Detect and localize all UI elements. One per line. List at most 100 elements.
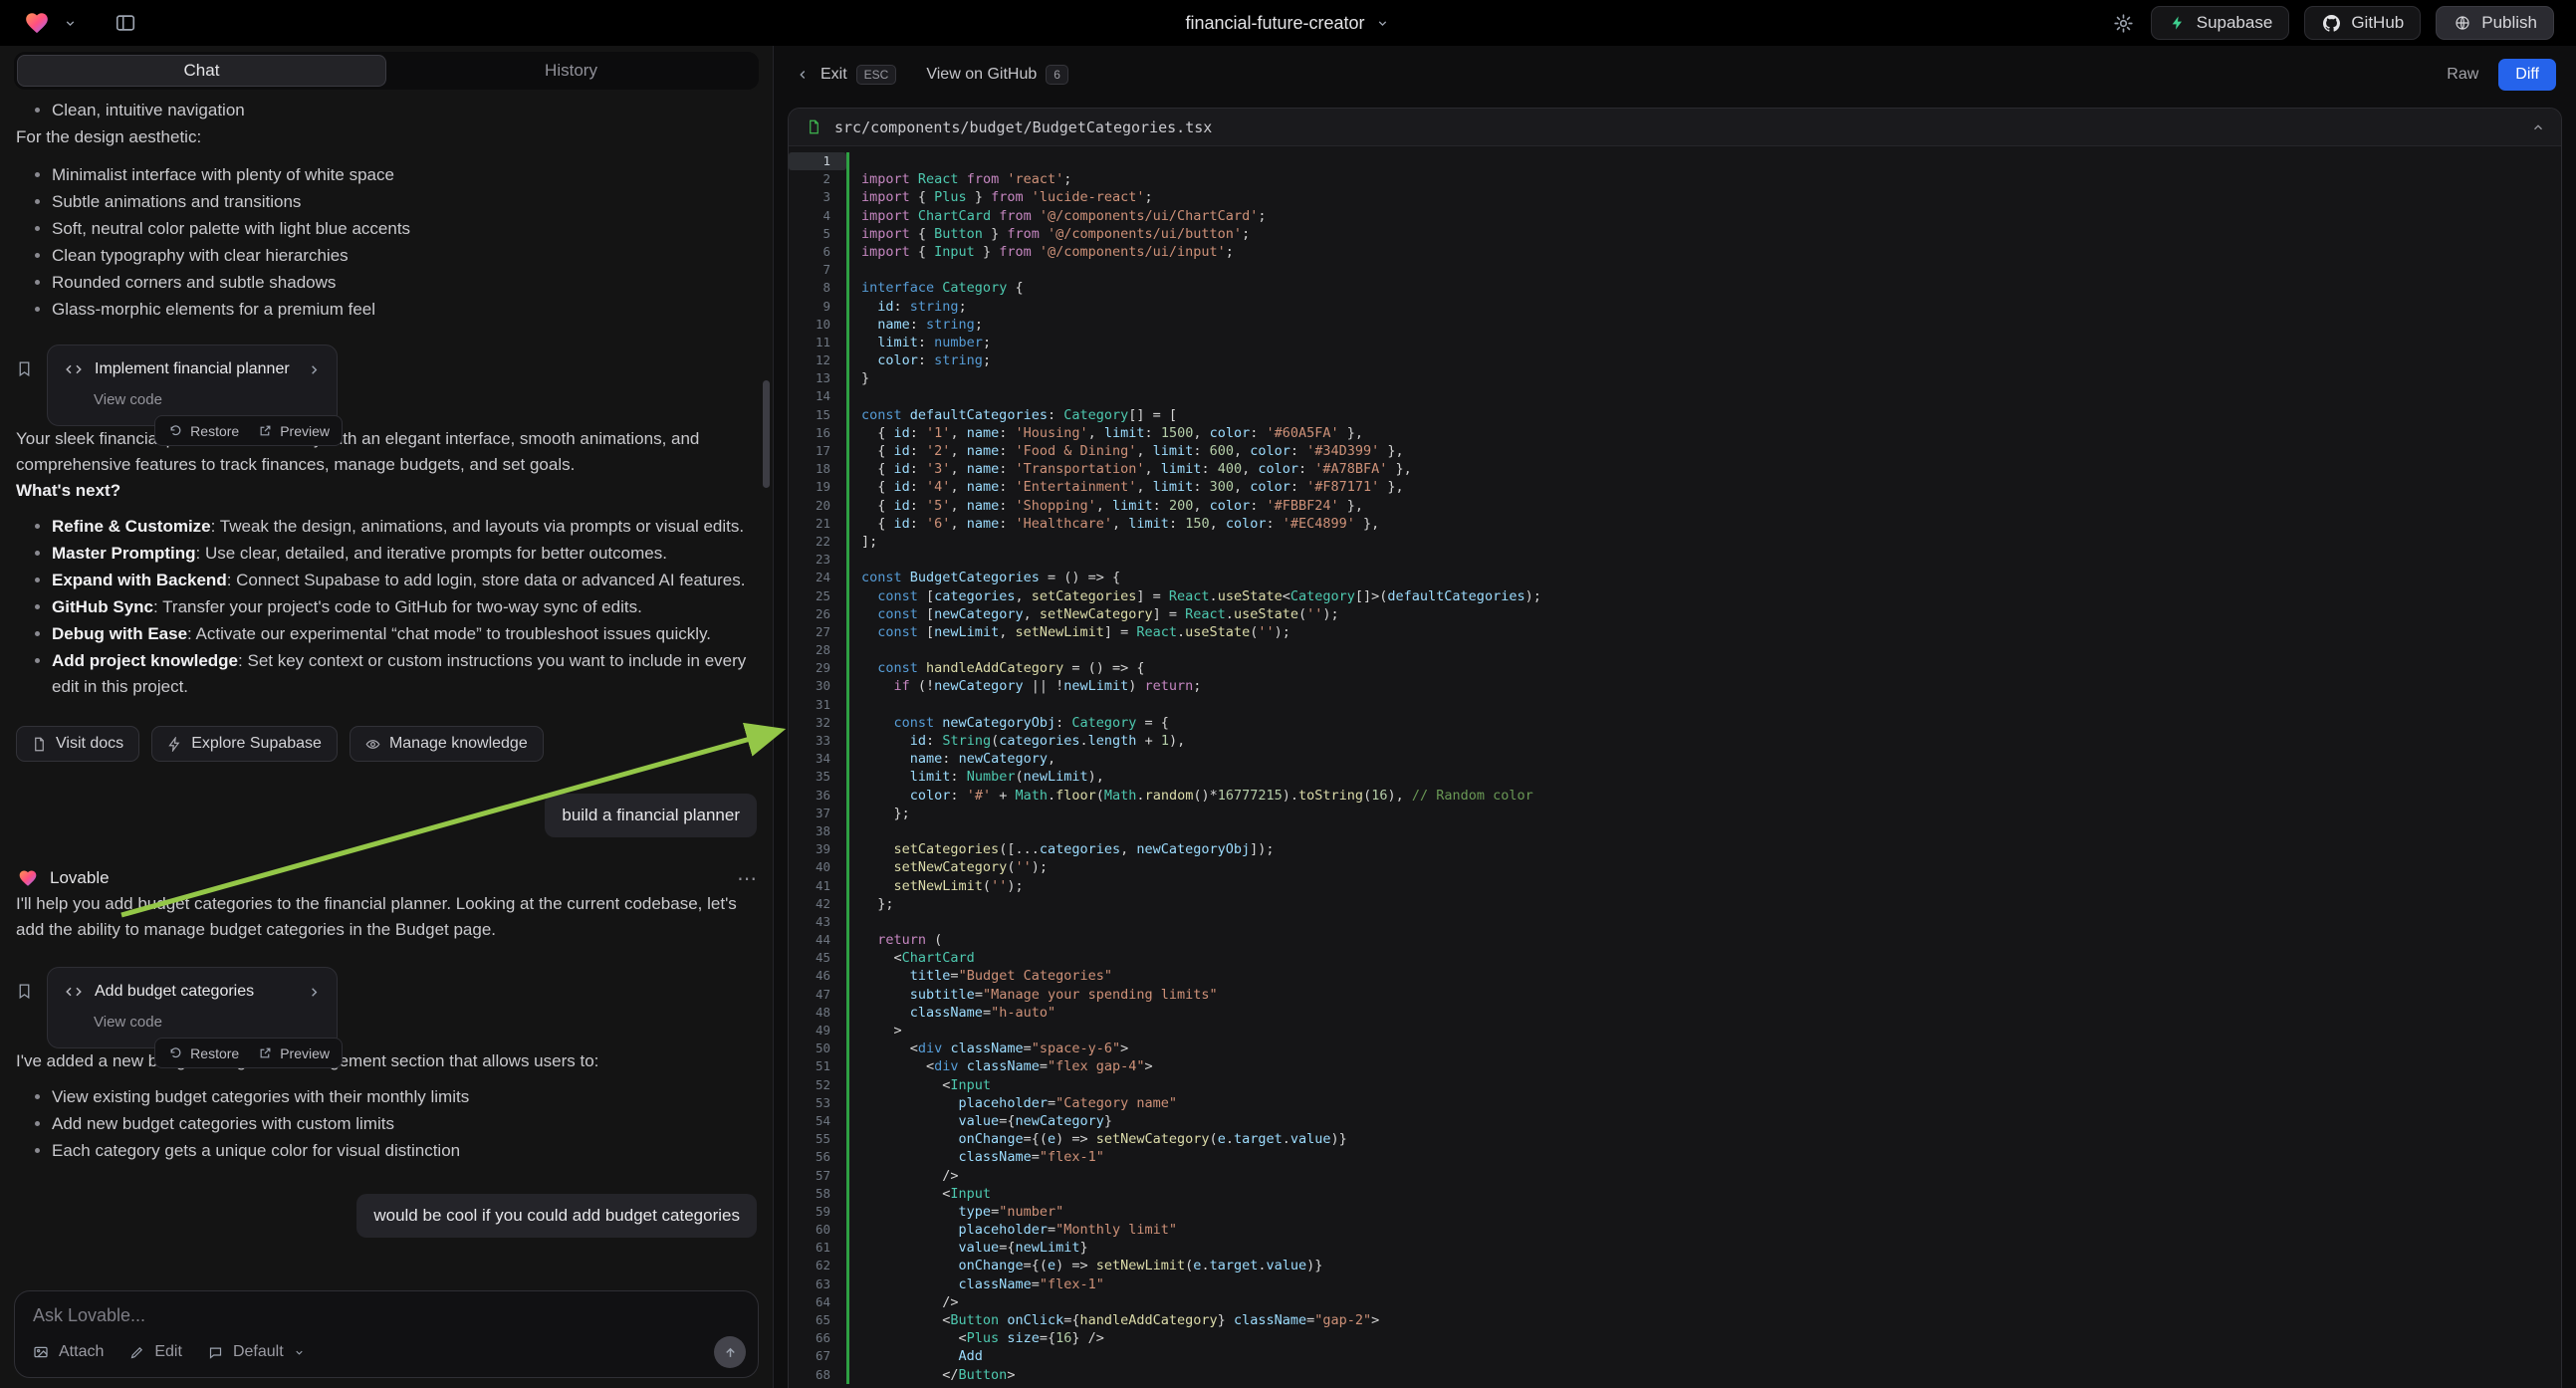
attach-label: Attach [59,1343,104,1361]
file-header[interactable]: src/components/budget/BudgetCategories.t… [789,109,2561,146]
panel-left-icon[interactable] [113,10,138,36]
line-number: 44 [789,931,846,949]
quick-actions-row: Visit docs Explore Supabase Manage knowl… [16,726,757,762]
bookmark-icon[interactable] [16,360,33,377]
line-number: 43 [789,913,846,931]
code-line: 36 color: '#' + Math.floor(Math.random()… [789,787,2561,805]
restore-button[interactable]: Restore [160,1041,246,1064]
heart-logo-icon[interactable] [22,8,52,38]
view-on-github-button[interactable]: View on GitHub 6 [926,65,1068,85]
code-line: 17 { id: '2', name: 'Food & Dining', lim… [789,442,2561,460]
tool-card-add-budget-categories[interactable]: Add budget categories View code [47,967,338,1048]
line-number: 27 [789,623,846,641]
chevron-up-icon[interactable] [2531,120,2545,134]
tab-chat[interactable]: Chat [17,55,386,87]
line-number: 38 [789,822,846,840]
visit-docs-button[interactable]: Visit docs [16,726,139,762]
line-number: 63 [789,1275,846,1293]
code-line: 41 setNewLimit(''); [789,877,2561,895]
ellipsis-icon[interactable]: ⋯ [737,865,757,891]
code-line: 1 [789,152,2561,170]
diff-toggle[interactable]: Diff [2498,59,2556,91]
manage-knowledge-button[interactable]: Manage knowledge [350,726,544,762]
send-button[interactable] [714,1336,746,1368]
code-line: 30 if (!newCategory || !newLimit) return… [789,677,2561,695]
chat-input[interactable] [15,1291,758,1337]
line-number: 58 [789,1185,846,1203]
supabase-bolt-icon [167,737,182,752]
mode-selector[interactable]: Default [206,1343,307,1362]
line-number: 49 [789,1022,846,1040]
whats-next-heading: What's next? [16,478,757,504]
composer-toolbar: Attach Edit Default [31,1336,746,1368]
code-line: 37 }; [789,805,2561,822]
code-line: 28 [789,641,2561,659]
bullet-item: Add project knowledge: Set key context o… [52,648,757,700]
bullet-item: Glass-morphic elements for a premium fee… [52,297,757,323]
bullet-item: Add new budget categories with custom li… [52,1111,757,1137]
edit-button[interactable]: Edit [127,1343,182,1362]
github-button[interactable]: GitHub [2304,6,2421,40]
line-number: 18 [789,460,846,478]
workspace-chevron-down-icon[interactable] [62,15,79,32]
preview-label: Preview [280,1045,330,1061]
publish-button[interactable]: Publish [2436,6,2554,40]
line-number: 68 [789,1366,846,1384]
supabase-button[interactable]: Supabase [2151,6,2290,40]
code-line: 44 return ( [789,931,2561,949]
bookmark-icon[interactable] [16,983,33,1000]
line-number: 46 [789,967,846,985]
tab-history[interactable]: History [386,55,756,87]
code-line: 4import ChartCard from '@/components/ui/… [789,207,2561,225]
line-number: 65 [789,1311,846,1329]
tool-card-implement-planner[interactable]: Implement financial planner View code [47,345,338,426]
attach-button[interactable]: Attach [31,1342,104,1362]
project-switcher[interactable]: financial-future-creator [1185,0,1390,46]
code-line: 46 title="Budget Categories" [789,967,2561,985]
line-number: 7 [789,261,846,279]
code-line: 22]; [789,533,2561,551]
code-line: 54 value={newCategory} [789,1112,2561,1130]
explore-supabase-button[interactable]: Explore Supabase [151,726,338,762]
bullet-item: Rounded corners and subtle shadows [52,270,757,296]
code-line: 34 name: newCategory, [789,750,2561,768]
code-line: 42 }; [789,895,2561,913]
tool-card-title: Implement financial planner [95,356,290,382]
code-line: 58 <Input [789,1185,2561,1203]
raw-toggle[interactable]: Raw [2447,66,2478,84]
exit-button[interactable]: Exit ESC [794,65,896,85]
code-line: 18 { id: '3', name: 'Transportation', li… [789,460,2561,478]
chevron-down-icon [1374,15,1391,32]
preview-button[interactable]: Preview [250,1041,337,1064]
code-line: 66 <Plus size={16} /> [789,1329,2561,1347]
code-line: 26 const [newCategory, setNewCategory] =… [789,605,2561,623]
code-line: 48 className="h-auto" [789,1004,2561,1022]
code-line: 31 [789,696,2561,714]
line-number: 22 [789,533,846,551]
preview-button[interactable]: Preview [250,419,337,442]
code-line: 40 setNewCategory(''); [789,858,2561,876]
view-code-link[interactable]: View code [94,387,322,413]
view-on-github-label: View on GitHub [926,66,1037,84]
restore-button[interactable]: Restore [160,419,246,442]
line-number: 16 [789,424,846,442]
line-number: 40 [789,858,846,876]
bullet-item: Clean, intuitive navigation [52,98,757,123]
whats-next-list: Refine & Customize: Tweak the design, an… [16,514,757,700]
tool-card-header: Implement financial planner [63,356,322,382]
chat-scrollbar[interactable] [763,380,770,488]
tool-card-actions: Restore Preview [154,415,343,446]
line-number: 50 [789,1040,846,1057]
code-line: 25 const [categories, setCategories] = R… [789,587,2561,605]
tool-card-row: Implement financial planner View code [16,345,757,426]
bullet-item: Clean typography with clear hierarchies [52,243,757,269]
gear-icon[interactable] [2111,11,2136,36]
chat-message-list: Clean, intuitive navigation For the desi… [0,90,773,1282]
code-line: 13} [789,369,2561,387]
view-code-link[interactable]: View code [94,1010,322,1036]
code-line: 65 <Button onClick={handleAddCategory} c… [789,1311,2561,1329]
code-line: 33 id: String(categories.length + 1), [789,732,2561,750]
code-line: 10 name: string; [789,316,2561,334]
bullet-item: Minimalist interface with plenty of whit… [52,162,757,188]
user-message-bubble: would be cool if you could add budget ca… [356,1194,757,1238]
